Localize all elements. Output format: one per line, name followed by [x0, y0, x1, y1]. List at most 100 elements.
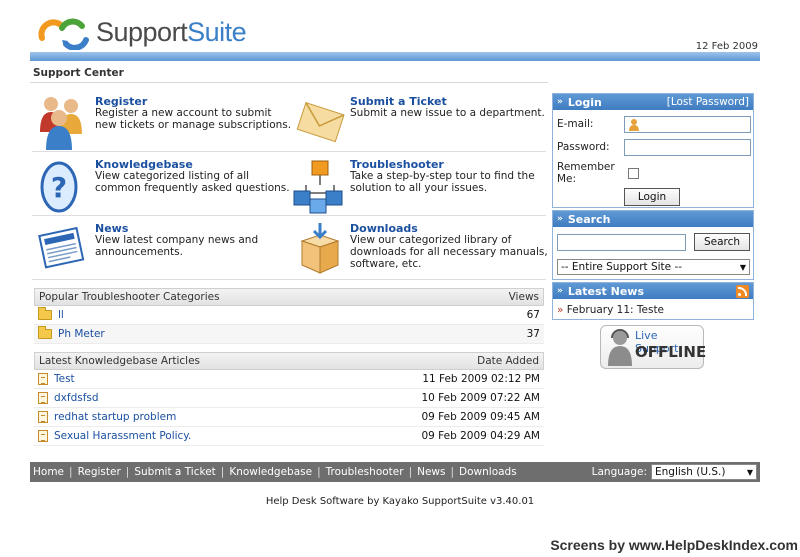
chevron-down-icon: ▼	[746, 467, 753, 477]
date-added: 11 Feb 2009 02:12 PM	[422, 373, 540, 385]
article-link[interactable]: redhat startup problem	[54, 411, 176, 423]
remember-label-line-2: Me:	[557, 173, 577, 185]
search-panel: » Search Search -- Entire Support Site -…	[552, 210, 754, 280]
table-header: Popular Troubleshooter Categories Views	[34, 288, 544, 306]
news-title: Latest News	[567, 284, 644, 298]
news-item[interactable]: » February 11: Teste	[557, 304, 664, 316]
folder-icon	[38, 326, 52, 339]
table-row[interactable]: Sexual Harassment Policy. 09 Feb 2009 04…	[34, 427, 544, 446]
search-button[interactable]: Search	[694, 233, 750, 251]
language-value: English (U.S.)	[655, 466, 726, 478]
table-row[interactable]: Ph Meter 37	[34, 325, 544, 344]
feature-news[interactable]: News View latest company news and announ…	[37, 221, 293, 279]
email-label: E-mail:	[557, 118, 594, 130]
logo: SupportSuite	[38, 12, 247, 52]
table-row[interactable]: ll 67	[34, 306, 544, 325]
remember-me-label: Remember Me:	[557, 161, 615, 185]
rss-icon[interactable]	[736, 284, 749, 298]
document-icon	[38, 430, 48, 442]
footer-link-troubleshooter[interactable]: Troubleshooter	[326, 466, 404, 478]
article-link[interactable]: dxfdsfsd	[54, 392, 99, 404]
table-row[interactable]: Test 11 Feb 2009 02:12 PM	[34, 370, 544, 389]
language-label: Language:	[591, 466, 647, 478]
avatar-icon	[607, 329, 633, 367]
feature-description: Take a step-by-step tour to find the sol…	[350, 170, 535, 194]
envelope-icon	[292, 94, 348, 152]
date-added: 09 Feb 2009 04:29 AM	[421, 430, 540, 442]
date-added: 09 Feb 2009 09:45 AM	[421, 411, 540, 423]
cubes-tree-icon	[292, 157, 348, 215]
feature-register[interactable]: Register Register a new account to submi…	[37, 94, 293, 152]
svg-text:?: ?	[51, 171, 67, 204]
live-support-status: OFFLINE	[635, 343, 707, 361]
footer-link-knowledgebase[interactable]: Knowledgebase	[229, 466, 312, 478]
search-input[interactable]	[557, 234, 686, 251]
search-scope-select[interactable]: -- Entire Support Site -- ▼	[557, 259, 750, 275]
remember-me-checkbox[interactable]	[628, 168, 639, 179]
supportsuite-logo-icon	[38, 14, 92, 51]
feature-downloads[interactable]: Downloads View our categorized library o…	[292, 221, 548, 279]
users-icon	[37, 94, 93, 152]
news-item-text[interactable]: February 11: Teste	[567, 304, 664, 316]
feature-description: View latest company news and announcemen…	[95, 234, 259, 258]
language-selector: Language: English (U.S.) ▼	[592, 464, 757, 480]
view-count: 37	[526, 328, 540, 340]
kb-articles-table: Latest Knowledgebase Articles Date Added…	[34, 352, 544, 446]
chevron-right-icon: »	[557, 214, 563, 224]
troubleshooter-categories-table: Popular Troubleshooter Categories Views …	[34, 288, 544, 344]
view-count: 67	[526, 309, 540, 321]
login-button[interactable]: Login	[624, 188, 680, 206]
table-row[interactable]: dxfdsfsd 10 Feb 2009 07:22 AM	[34, 389, 544, 408]
remember-label-line-1: Remember	[557, 161, 615, 173]
column-date-added: Date Added	[477, 355, 539, 367]
feature-submit-ticket[interactable]: Submit a Ticket Submit a new issue to a …	[292, 94, 548, 152]
feature-description: Submit a new issue to a department.	[350, 107, 545, 119]
header-bar	[30, 52, 760, 61]
table-row[interactable]: redhat startup problem 09 Feb 2009 09:45…	[34, 408, 544, 427]
footer-link-submit-ticket[interactable]: Submit a Ticket	[134, 466, 215, 478]
footer-nav: Home | Register | Submit a Ticket | Knowled…	[30, 462, 760, 482]
footer-link-home[interactable]: Home	[33, 466, 64, 478]
date-added: 10 Feb 2009 07:22 AM	[421, 392, 540, 404]
document-icon	[38, 411, 48, 423]
category-link[interactable]: Ph Meter	[58, 328, 105, 340]
article-link[interactable]: Test	[54, 373, 75, 385]
watermark-text: Screens by www.HelpDeskIndex.com	[550, 537, 798, 553]
feature-knowledgebase[interactable]: ? Knowledgebase View categorized listing…	[37, 157, 293, 215]
box-download-icon	[292, 221, 348, 279]
feature-description: View our categorized library of download…	[350, 234, 548, 270]
footer-link-news[interactable]: News	[417, 466, 445, 478]
newspaper-icon	[37, 221, 93, 279]
footer-link-register[interactable]: Register	[78, 466, 121, 478]
login-panel: » Login [Lost Password] E-mail: Password…	[552, 93, 754, 208]
chevron-down-icon: ▼	[739, 262, 746, 272]
feature-description: Register a new account to submit new tic…	[95, 107, 292, 131]
breadcrumb: Support Center	[33, 67, 124, 79]
password-label: Password:	[557, 141, 610, 153]
chevron-right-icon: »	[557, 97, 563, 107]
table-header-title: Popular Troubleshooter Categories	[39, 291, 220, 303]
language-select[interactable]: English (U.S.) ▼	[651, 464, 757, 480]
feature-troubleshooter[interactable]: Troubleshooter Take a step-by-step tour …	[292, 157, 548, 215]
document-icon	[38, 373, 48, 385]
divider	[32, 215, 546, 216]
lost-password-link[interactable]: [Lost Password]	[667, 96, 749, 108]
article-link[interactable]: Sexual Harassment Policy.	[54, 430, 191, 442]
footer-link-downloads[interactable]: Downloads	[459, 466, 517, 478]
category-link[interactable]: ll	[58, 309, 64, 321]
live-support-button[interactable]: Live Support OFFLINE	[600, 325, 707, 369]
search-header: » Search	[553, 211, 753, 227]
news-panel: » Latest News » February 11: Teste	[552, 282, 754, 320]
header-date: 12 Feb 2009	[695, 41, 758, 52]
brand-name: SupportSuite	[96, 17, 247, 48]
chevron-right-icon: »	[557, 286, 563, 296]
login-header: » Login [Lost Password]	[553, 94, 753, 110]
password-field[interactable]	[624, 139, 751, 156]
document-icon	[38, 392, 48, 404]
powered-by-text: Help Desk Software by Kayako SupportSuit…	[265, 496, 535, 507]
email-field[interactable]	[624, 116, 751, 133]
column-views: Views	[508, 291, 539, 303]
bullet-icon: »	[557, 304, 564, 316]
feature-description: View categorized listing of all common f…	[95, 170, 290, 194]
login-title: Login	[567, 95, 602, 109]
